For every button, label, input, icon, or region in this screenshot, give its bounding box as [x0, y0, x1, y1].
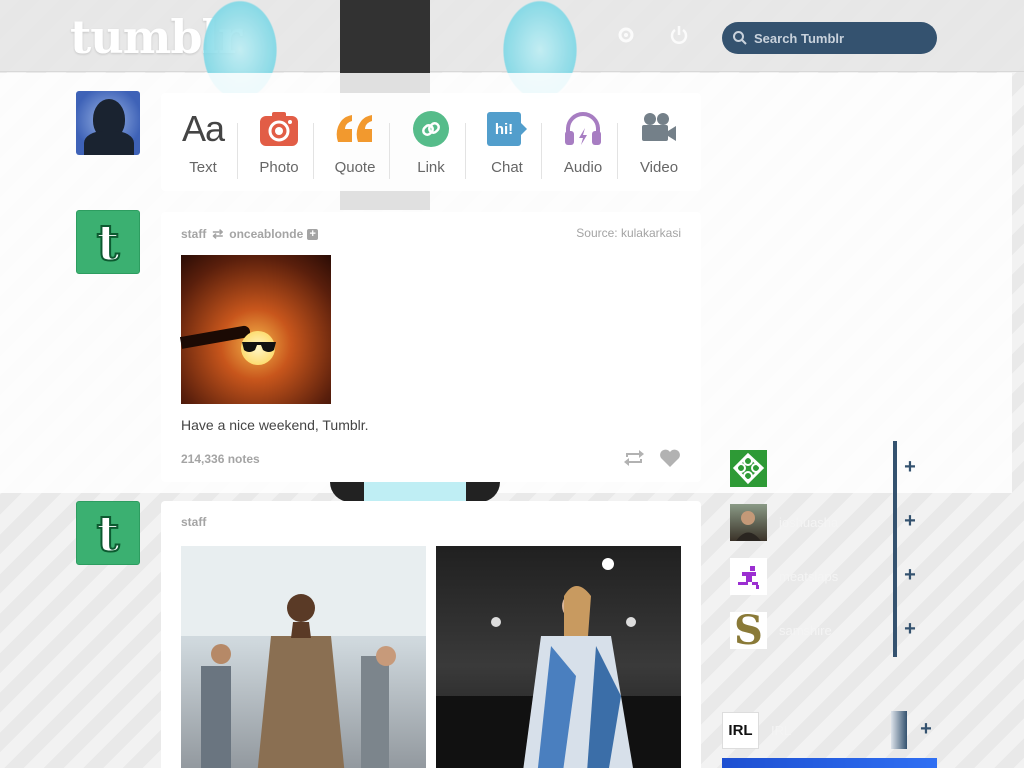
post-author[interactable]: staff [181, 515, 206, 529]
link-icon [413, 109, 449, 149]
notes-count[interactable]: 214,336 notes [181, 452, 260, 466]
post-header: staff [181, 515, 206, 529]
post-type-bar: Aa Text Photo Quote Link hi! Chat Audio [161, 93, 701, 191]
letter-s-avatar: S [730, 610, 767, 650]
follow-plus-icon[interactable]: + [903, 565, 917, 585]
camera-icon [259, 109, 299, 149]
recommended-blog[interactable]: IRL IRL + [722, 703, 937, 757]
blog-name: joshuasha [779, 514, 839, 530]
search-input[interactable] [754, 30, 924, 46]
post-link-button[interactable]: Link [389, 109, 469, 179]
background-image-fragment [330, 480, 500, 502]
post-author[interactable]: staff [181, 227, 206, 241]
follow-plus-icon[interactable]: + [903, 457, 917, 477]
post-source[interactable]: Source: kulakarkasi [576, 226, 681, 240]
post-chat-button[interactable]: hi! Chat [465, 109, 545, 179]
recommended-blog[interactable]: meatslaps + [730, 549, 925, 603]
chat-icon: hi! [486, 109, 528, 149]
recommended-blog[interactable]: + [730, 441, 925, 495]
post-photo-button[interactable]: Photo [237, 109, 317, 179]
search-box[interactable] [722, 22, 937, 54]
staff-avatar[interactable]: t [76, 210, 140, 274]
post-text-button[interactable]: Aa Text [165, 107, 241, 176]
post-header: staff ⇄ onceablonde + [181, 226, 319, 242]
pixel-runner-avatar [730, 557, 767, 595]
headphones-icon [563, 109, 603, 149]
post-video-button[interactable]: Video [617, 109, 697, 179]
reblog-icon: ⇄ [212, 226, 224, 241]
post-photo[interactable] [179, 255, 331, 404]
power-icon[interactable] [668, 24, 690, 46]
reblogged-from[interactable]: onceablonde [229, 227, 303, 241]
quote-icon [334, 109, 376, 149]
blog-name: IRL [771, 722, 792, 738]
user-avatar[interactable] [76, 91, 140, 155]
follow-plus-icon[interactable]: + [903, 619, 917, 639]
gear-icon[interactable] [615, 24, 637, 46]
staff-avatar[interactable]: t [76, 501, 140, 565]
post-caption: Have a nice weekend, Tumblr. [181, 417, 369, 433]
reblog-button[interactable] [623, 448, 645, 468]
person-avatar [730, 503, 767, 541]
follow-plus-icon[interactable]: + [307, 228, 319, 240]
text-icon: Aa [181, 107, 225, 149]
post-photo[interactable] [436, 546, 681, 768]
recommended-blog[interactable]: joshuasha + [730, 495, 925, 549]
blog-name: samshire [779, 622, 832, 638]
svg-text:hi!: hi! [495, 121, 513, 138]
blog-name: meatslaps [779, 568, 839, 584]
follow-plus-icon[interactable]: + [919, 719, 933, 739]
sidebar-banner[interactable] [722, 758, 937, 768]
follow-plus-icon[interactable]: + [903, 511, 917, 531]
irl-avatar: IRL [722, 711, 759, 749]
post-card: staff ⇄ onceablonde + Source: kulakarkas… [161, 212, 701, 482]
post-audio-button[interactable]: Audio [541, 109, 621, 179]
like-heart-icon[interactable] [659, 448, 681, 468]
video-camera-icon [639, 109, 679, 149]
green-knot-avatar [730, 449, 767, 487]
post-card: staff [161, 501, 701, 768]
recommended-blog[interactable]: S samshire + [730, 603, 925, 657]
post-quote-button[interactable]: Quote [313, 109, 393, 179]
post-photo[interactable] [181, 546, 426, 768]
search-icon [733, 31, 747, 45]
